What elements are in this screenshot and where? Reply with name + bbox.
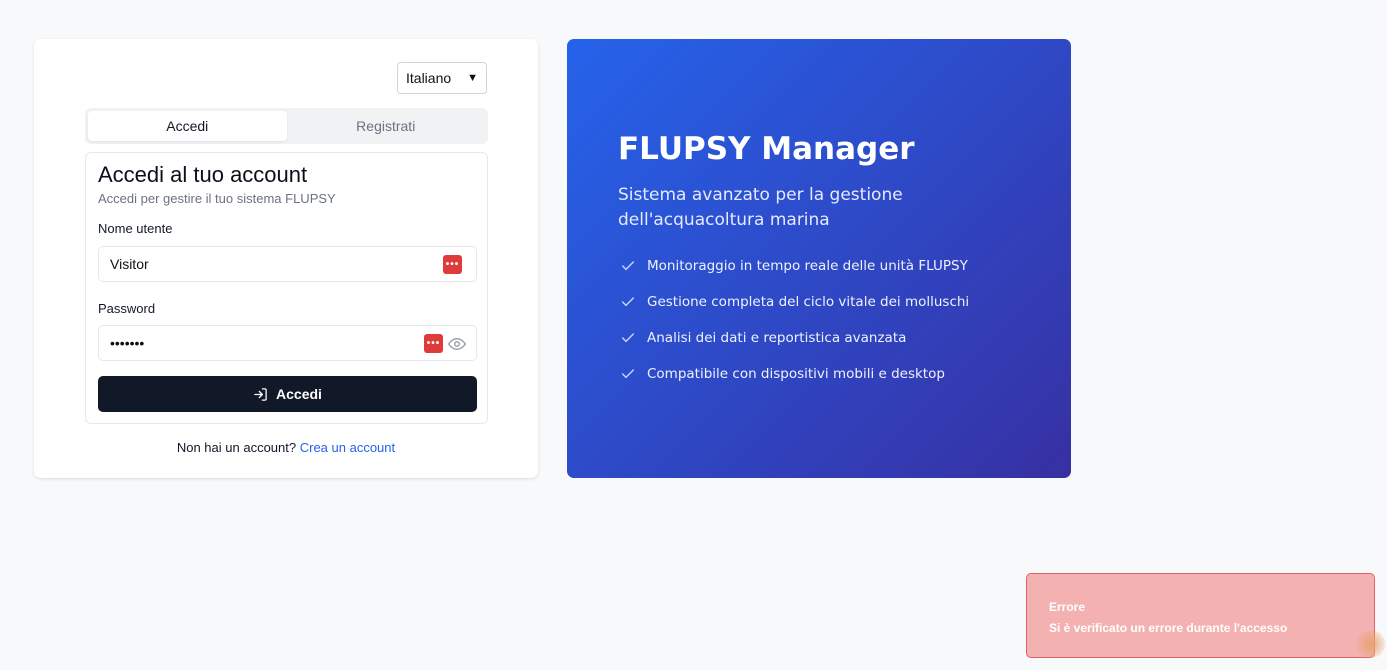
signup-prompt: Non hai un account? Crea un account bbox=[34, 440, 538, 455]
feature-text: Gestione completa del ciclo vitale dei m… bbox=[647, 294, 970, 310]
check-icon bbox=[621, 261, 635, 271]
tab-registrati[interactable]: Registrati bbox=[287, 111, 486, 141]
check-icon bbox=[621, 333, 635, 343]
login-button[interactable]: Accedi bbox=[98, 376, 477, 412]
password-input[interactable]: ••••••• ••• bbox=[98, 325, 477, 361]
feature-text: Compatibile con dispositivi mobili e des… bbox=[647, 366, 945, 382]
toast-message: Si è verificato un errore durante l'acce… bbox=[1049, 621, 1288, 635]
hero-subtitle: Sistema avanzato per la gestione dell'ac… bbox=[618, 185, 903, 230]
toast-title: Errore bbox=[1049, 600, 1086, 614]
feature-item: Gestione completa del ciclo vitale dei m… bbox=[620, 294, 969, 310]
form-title: Accedi al tuo account bbox=[98, 162, 308, 187]
eye-icon[interactable] bbox=[448, 335, 466, 353]
auth-tabs: Accedi Registrati bbox=[85, 108, 488, 144]
toast-indicator bbox=[1357, 630, 1385, 658]
form-subtitle: Accedi per gestire il tuo sistema FLUPSY bbox=[98, 191, 336, 206]
signup-prompt-text: Non hai un account? bbox=[176, 440, 297, 455]
hero-panel: FLUPSY Manager Sistema avanzato per la g… bbox=[567, 39, 1071, 478]
password-value: ••••••• bbox=[110, 335, 145, 351]
check-icon bbox=[621, 297, 635, 307]
feature-text: Monitoraggio in tempo reale delle unità … bbox=[647, 258, 968, 274]
login-card: Italiano ▼ Accedi Registrati Accedi al t… bbox=[34, 39, 538, 478]
username-label: Nome utente bbox=[98, 221, 173, 236]
username-value: Visitor bbox=[110, 256, 149, 272]
password-manager-icon[interactable]: ••• bbox=[443, 255, 462, 274]
feature-text: Analisi dei dati e reportistica avanzata bbox=[647, 330, 907, 346]
language-select-value: Italiano bbox=[406, 70, 452, 86]
login-button-label: Accedi bbox=[276, 386, 322, 402]
check-icon bbox=[621, 369, 635, 379]
tab-accedi[interactable]: Accedi bbox=[88, 111, 287, 141]
log-in-icon bbox=[254, 387, 267, 401]
password-manager-icon[interactable]: ••• bbox=[424, 334, 443, 353]
feature-item: Analisi dei dati e reportistica avanzata bbox=[620, 330, 906, 346]
create-account-link[interactable]: Crea un account bbox=[300, 440, 395, 455]
username-input[interactable]: Visitor ••• bbox=[98, 246, 477, 282]
feature-item: Compatibile con dispositivi mobili e des… bbox=[620, 366, 945, 382]
error-toast[interactable]: Errore Si è verificato un errore durante… bbox=[1026, 573, 1385, 658]
feature-item: Monitoraggio in tempo reale delle unità … bbox=[620, 258, 968, 274]
language-select[interactable]: Italiano ▼ bbox=[397, 62, 487, 94]
login-form: Accedi al tuo account Accedi per gestire… bbox=[85, 152, 488, 424]
hero-title: FLUPSY Manager bbox=[618, 131, 915, 167]
chevron-down-icon: ▼ bbox=[467, 72, 478, 84]
password-label: Password bbox=[98, 301, 156, 316]
